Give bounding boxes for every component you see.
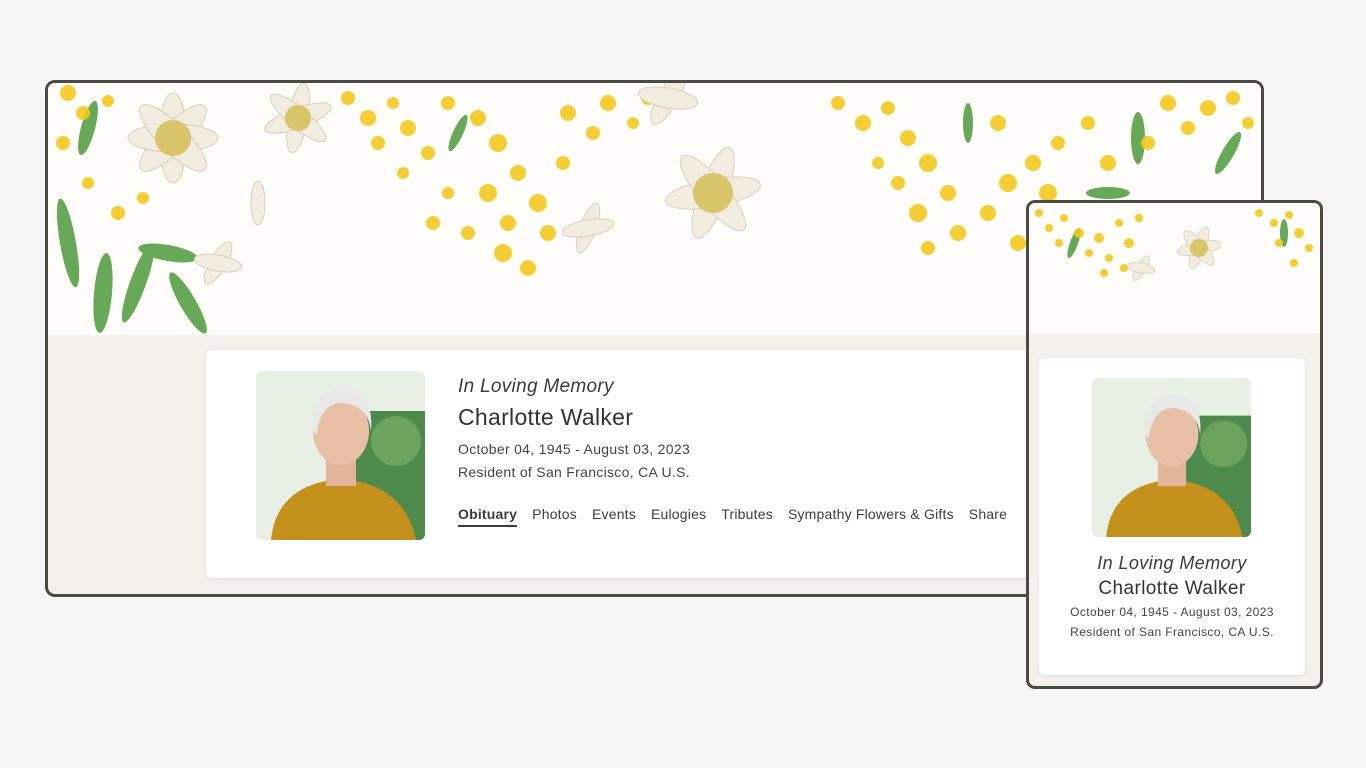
mobile-portrait-photo: [1092, 378, 1251, 537]
memorial-card: In Loving Memory Charlotte Walker Octobe…: [206, 350, 1046, 578]
mobile-preview: In Loving Memory Charlotte Walker Octobe…: [1026, 200, 1323, 689]
nav-eulogies[interactable]: Eulogies: [651, 506, 706, 527]
mobile-floral-illustration: [1035, 209, 1313, 281]
nav-tributes[interactable]: Tributes: [721, 506, 773, 527]
mobile-residence: Resident of San Francisco, CA U.S.: [1070, 625, 1274, 639]
life-dates: October 04, 1945 - August 03, 2023: [458, 441, 691, 457]
nav-events[interactable]: Events: [592, 506, 636, 527]
mobile-life-dates: October 04, 1945 - August 03, 2023: [1070, 605, 1274, 619]
nav-share[interactable]: Share: [969, 506, 1007, 527]
residence: Resident of San Francisco, CA U.S.: [458, 464, 690, 480]
nav-sympathy-flowers[interactable]: Sympathy Flowers & Gifts: [788, 506, 954, 527]
nav-photos[interactable]: Photos: [532, 506, 577, 527]
portrait-photo: [256, 371, 425, 540]
memorial-info: In Loving Memory Charlotte Walker Octobe…: [458, 376, 1018, 480]
mobile-deceased-name: Charlotte Walker: [1098, 578, 1246, 599]
memorial-nav: Obituary Photos Events Eulogies Tributes…: [458, 506, 1007, 527]
mobile-floral-banner: [1029, 203, 1320, 333]
deceased-name: Charlotte Walker: [458, 404, 634, 430]
mobile-memorial-heading: In Loving Memory: [1097, 553, 1247, 573]
memorial-heading: In Loving Memory: [458, 376, 614, 397]
nav-obituary[interactable]: Obituary: [458, 506, 518, 527]
mobile-memorial-card: In Loving Memory Charlotte Walker Octobe…: [1039, 358, 1305, 675]
